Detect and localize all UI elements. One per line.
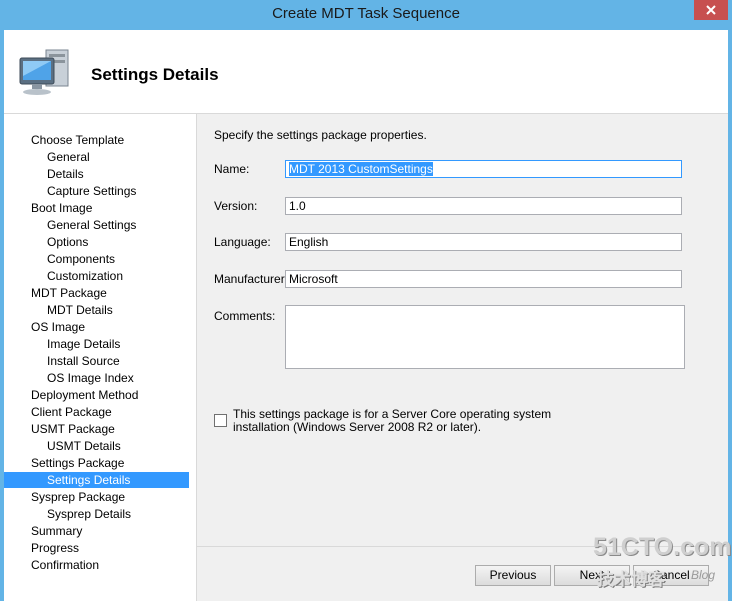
nav-item-mdt-package[interactable]: MDT Package: [4, 285, 107, 301]
nav-item-options[interactable]: Options: [4, 234, 88, 250]
nav-item-details[interactable]: Details: [4, 166, 84, 182]
wizard-window: Create MDT Task Sequence Settings Detail…: [0, 0, 732, 601]
nav-item-mdt-details[interactable]: MDT Details: [4, 302, 113, 318]
comments-label: Comments:: [214, 309, 276, 323]
version-label: Version:: [214, 199, 258, 213]
watermark-blog: Blog: [691, 568, 716, 582]
nav-item-general[interactable]: General: [4, 149, 90, 165]
nav-item-os-image[interactable]: OS Image: [4, 319, 85, 335]
manufacturer-label: Manufacturer:: [214, 272, 289, 286]
nav-item-confirmation[interactable]: Confirmation: [4, 557, 99, 573]
nav-item-settings-package[interactable]: Settings Package: [4, 455, 124, 471]
nav-item-capture-settings[interactable]: Capture Settings: [4, 183, 136, 199]
language-label: Language:: [214, 235, 271, 249]
window-title: Create MDT Task Sequence: [272, 5, 460, 22]
nav-item-usmt-package[interactable]: USMT Package: [4, 421, 115, 437]
nav-item-deployment-method[interactable]: Deployment Method: [4, 387, 138, 403]
name-field[interactable]: MDT 2013 CustomSettings: [285, 160, 682, 178]
close-button[interactable]: [694, 0, 728, 20]
settings-details-panel: Specify the settings package properties.…: [197, 114, 728, 601]
name-label: Name:: [214, 162, 250, 176]
nav-item-customization[interactable]: Customization: [4, 268, 123, 284]
version-field[interactable]: 1.0: [285, 197, 682, 215]
previous-button[interactable]: Previous: [475, 565, 551, 586]
nav-item-components[interactable]: Components: [4, 251, 115, 267]
comments-field[interactable]: [285, 305, 685, 369]
server-core-checkbox[interactable]: [214, 414, 227, 427]
nav-item-sysprep-package[interactable]: Sysprep Package: [4, 489, 125, 505]
watermark-subtitle: 技术博客: [597, 570, 665, 589]
site-watermark: 51CTO.com 技术博客 Blog: [593, 533, 731, 595]
server-core-label: This settings package is for a Server Co…: [233, 407, 552, 434]
nav-item-choose-template[interactable]: Choose Template: [4, 132, 124, 148]
nav-item-install-source[interactable]: Install Source: [4, 353, 120, 369]
nav-item-summary[interactable]: Summary: [4, 523, 82, 539]
nav-item-progress[interactable]: Progress: [4, 540, 79, 556]
wizard-step-list: Choose Template General Details Capture Set…: [4, 114, 197, 601]
nav-item-os-image-index[interactable]: OS Image Index: [4, 370, 134, 386]
language-field[interactable]: English: [285, 233, 682, 251]
nav-item-general-settings[interactable]: General Settings: [4, 217, 136, 233]
close-icon: [706, 5, 716, 15]
nav-item-boot-image[interactable]: Boot Image: [4, 200, 92, 216]
computer-icon: [19, 49, 69, 95]
page-title: Settings Details: [91, 65, 219, 84]
nav-item-usmt-details[interactable]: USMT Details: [4, 438, 121, 454]
wizard-body: Settings Details Choose Template General D…: [4, 30, 728, 601]
name-value: MDT 2013 CustomSettings: [289, 162, 433, 176]
title-bar: Create MDT Task Sequence: [0, 0, 732, 28]
nav-item-settings-details[interactable]: Settings Details: [4, 472, 189, 488]
watermark-logo-text: 51CTO.com: [593, 533, 732, 561]
nav-item-sysprep-details[interactable]: Sysprep Details: [4, 506, 131, 522]
manufacturer-field[interactable]: Microsoft: [285, 270, 682, 288]
wizard-header: Settings Details: [4, 30, 728, 114]
nav-item-image-details[interactable]: Image Details: [4, 336, 120, 352]
nav-item-client-package[interactable]: Client Package: [4, 404, 112, 420]
page-prompt: Specify the settings package properties.: [214, 128, 427, 142]
